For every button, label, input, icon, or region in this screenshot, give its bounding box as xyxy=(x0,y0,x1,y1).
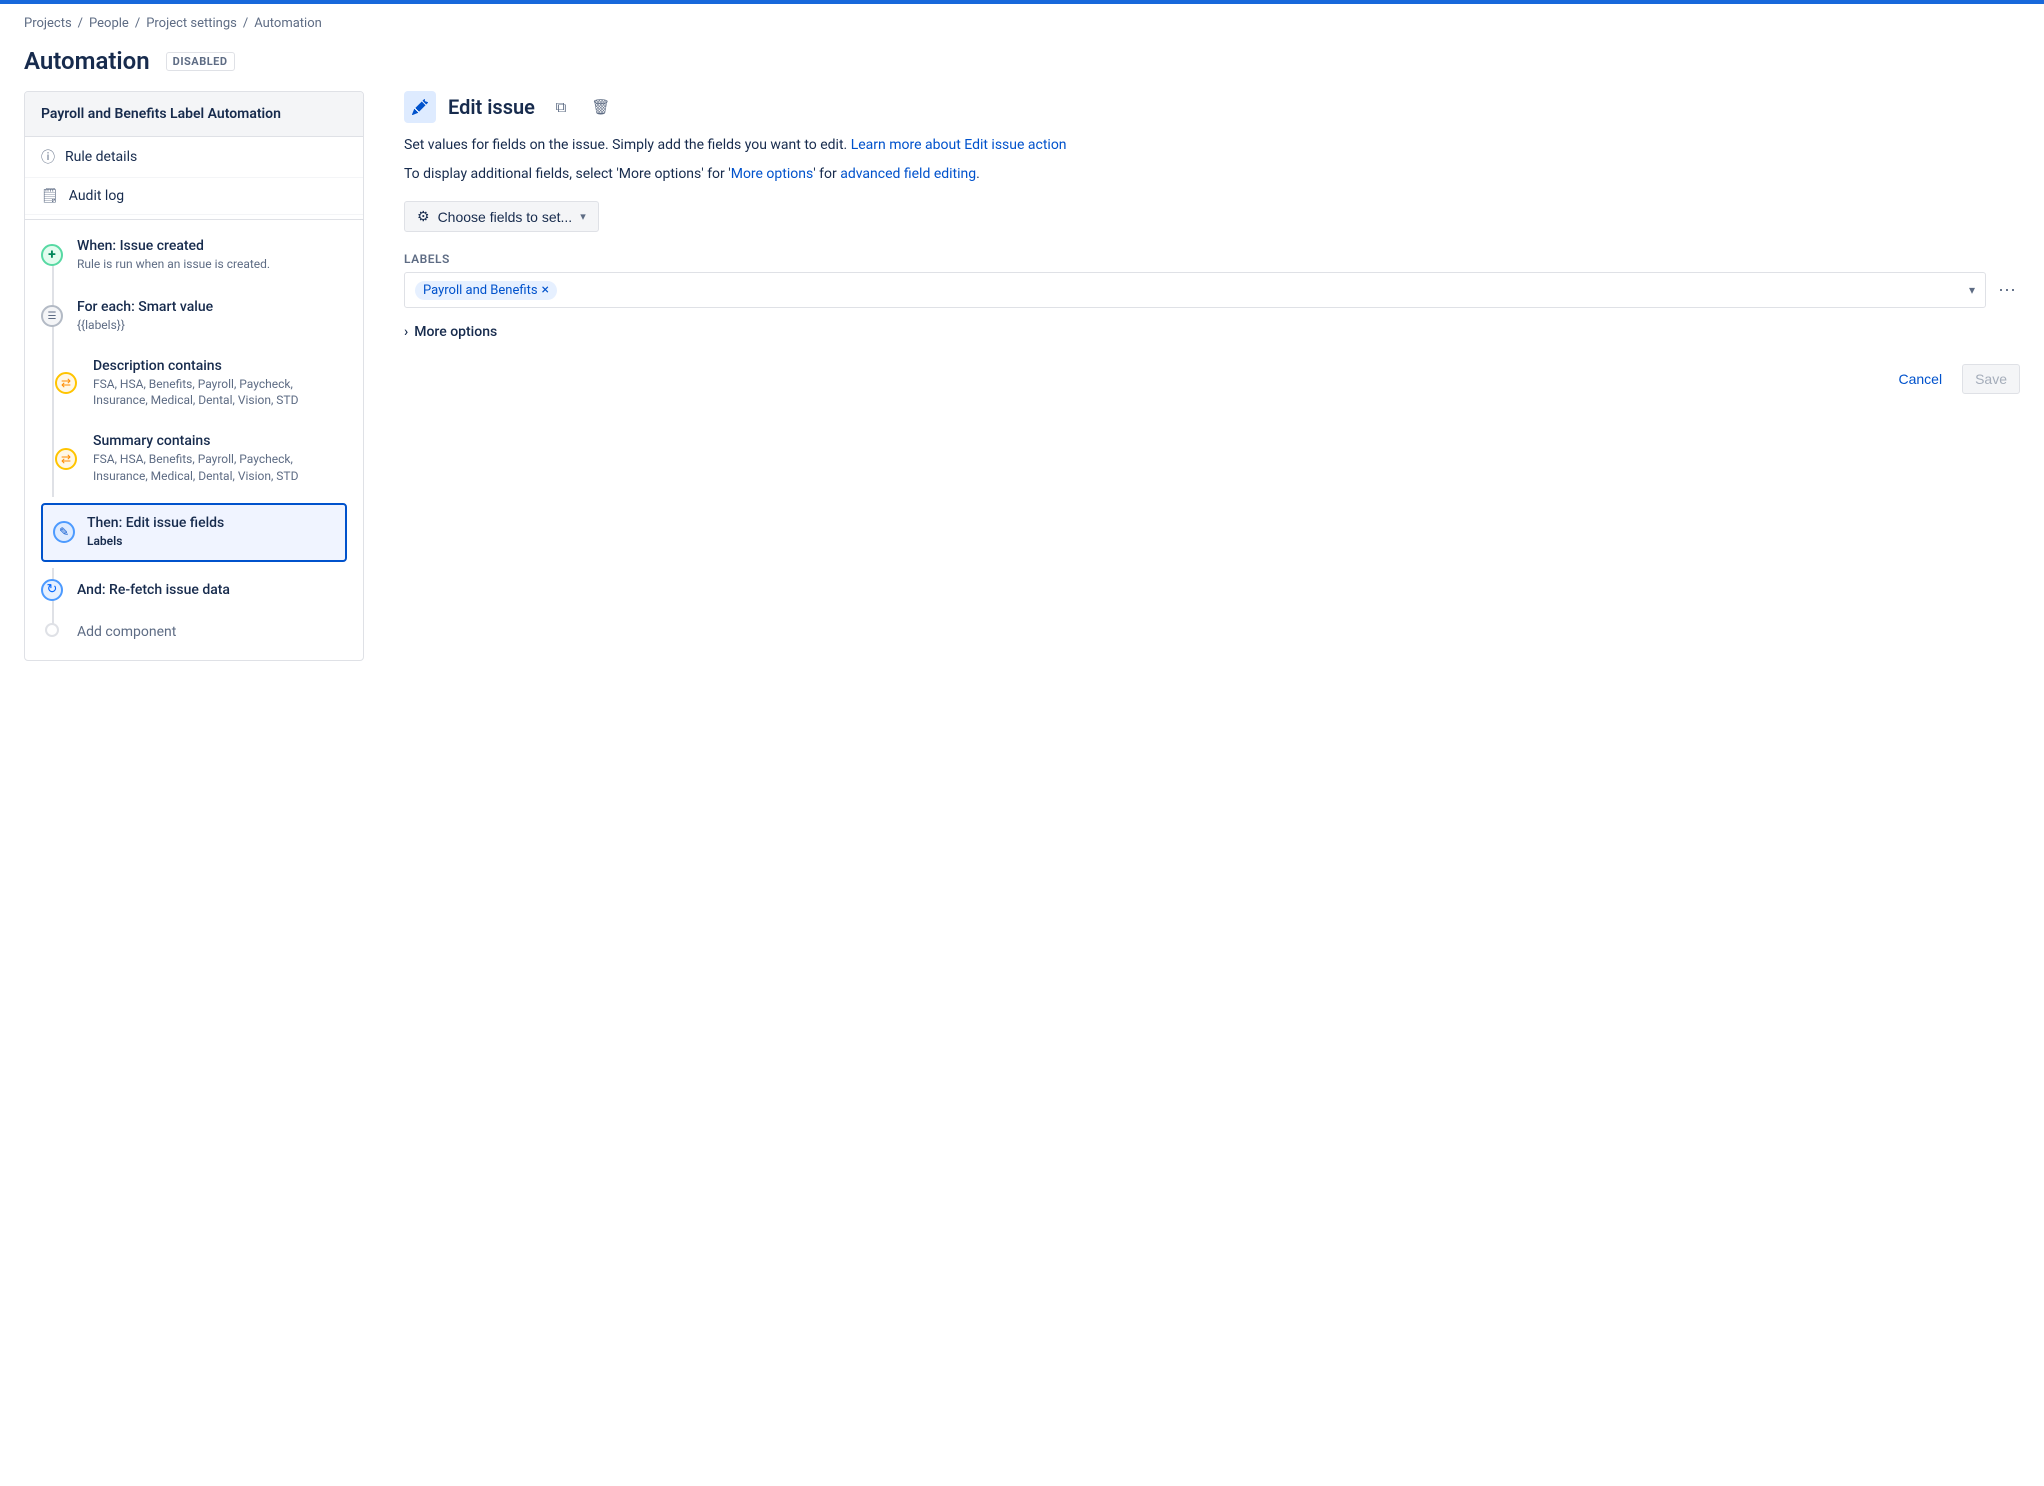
save-button: Save xyxy=(1962,364,2020,394)
audit-log-icon: 🗒 xyxy=(41,188,59,204)
when-icon: + xyxy=(41,244,63,266)
step-desc-subtitle: FSA, HSA, Benefits, Payroll, Paycheck, I… xyxy=(93,376,347,410)
add-component-icon xyxy=(45,623,59,637)
step-when-issue-created[interactable]: + When: Issue created Rule is run when a… xyxy=(25,224,363,287)
summary-icon: ⇄ xyxy=(55,448,77,470)
edit-issue-header: Edit issue ⧉ 🗑 xyxy=(404,91,2020,123)
step-for-each[interactable]: ☰ For each: Smart value {{labels}} xyxy=(25,287,363,346)
step-then-edit[interactable]: ✎ Then: Edit issue fields Labels xyxy=(41,503,347,562)
step-foreach-title: For each: Smart value xyxy=(77,299,347,315)
steps-wrapper: + When: Issue created Rule is run when a… xyxy=(25,224,363,660)
nav-divider xyxy=(25,219,363,220)
status-badge: DISABLED xyxy=(166,52,235,71)
breadcrumb-project-settings[interactable]: Project settings xyxy=(146,16,237,31)
labels-field-row: Payroll and Benefits × ⋯ xyxy=(404,272,2020,308)
choose-fields-label: Choose fields to set... xyxy=(438,209,573,225)
chevron-right-icon: › xyxy=(404,324,408,340)
gear-icon: ⚙ xyxy=(417,208,430,225)
edit-issue-title: Edit issue xyxy=(448,95,535,119)
choose-fields-button[interactable]: ⚙ Choose fields to set... ▾ xyxy=(404,201,599,232)
desc-icon: ⇄ xyxy=(55,372,77,394)
advanced-editing-link[interactable]: advanced field editing xyxy=(840,166,976,182)
chevron-down-icon: ▾ xyxy=(580,210,586,223)
description-text-1: Set values for fields on the issue. Simp… xyxy=(404,135,2020,156)
dropdown-chevron-icon xyxy=(1969,282,1975,298)
step-when-title: When: Issue created xyxy=(77,238,347,254)
learn-more-link[interactable]: Learn more about Edit issue action xyxy=(851,137,1067,153)
step-refetch-title: And: Re-fetch issue data xyxy=(77,582,347,598)
nav-rule-details-label: Rule details xyxy=(65,149,137,165)
breadcrumb: Projects / People / Project settings / A… xyxy=(0,4,2044,43)
main-content: Payroll and Benefits Label Automation ⓘ … xyxy=(0,91,2044,661)
for-each-icon: ☰ xyxy=(41,305,63,327)
refetch-icon: ↻ xyxy=(41,579,63,601)
breadcrumb-projects[interactable]: Projects xyxy=(24,16,72,31)
step-summary-contains[interactable]: ⇄ Summary contains FSA, HSA, Benefits, P… xyxy=(25,421,363,497)
automation-rule-title: Payroll and Benefits Label Automation xyxy=(25,92,363,137)
more-options-row[interactable]: › More options xyxy=(404,324,2020,340)
edit-issue-icon xyxy=(404,91,436,123)
step-add-component[interactable]: Add component xyxy=(25,612,363,652)
label-remove-btn[interactable]: × xyxy=(542,283,549,297)
breadcrumb-automation[interactable]: Automation xyxy=(254,16,322,31)
cancel-button[interactable]: Cancel xyxy=(1886,364,1954,394)
copy-button[interactable]: ⧉ xyxy=(547,93,575,121)
label-tag-payroll: Payroll and Benefits × xyxy=(415,281,557,300)
description-text-2: To display additional fields, select 'Mo… xyxy=(404,164,2020,185)
left-panel: Payroll and Benefits Label Automation ⓘ … xyxy=(24,91,364,661)
step-summary-title: Summary contains xyxy=(93,433,347,449)
labels-dropdown[interactable]: Payroll and Benefits × xyxy=(404,272,1986,308)
page-title: Automation xyxy=(24,47,150,75)
label-tags-container: Payroll and Benefits × xyxy=(415,281,557,300)
nav-audit-log[interactable]: 🗒 Audit log xyxy=(25,178,363,215)
label-tag-text: Payroll and Benefits xyxy=(423,283,538,298)
nav-audit-log-label: Audit log xyxy=(69,188,124,204)
labels-field: Labels Payroll and Benefits × ⋯ xyxy=(404,252,2020,308)
step-summary-subtitle: FSA, HSA, Benefits, Payroll, Paycheck, I… xyxy=(93,451,347,485)
step-then-title: Then: Edit issue fields xyxy=(87,515,329,531)
delete-button[interactable]: 🗑 xyxy=(587,93,615,121)
right-panel: Edit issue ⧉ 🗑 Set values for fields on … xyxy=(364,91,2020,661)
rule-details-icon: ⓘ xyxy=(41,147,55,167)
three-dots-menu-button[interactable]: ⋯ xyxy=(1994,276,2020,305)
step-then-subtitle: Labels xyxy=(87,533,329,550)
action-buttons: Cancel Save xyxy=(404,364,2020,394)
more-options-label: More options xyxy=(414,324,497,340)
connector-line xyxy=(52,346,54,422)
more-options-link[interactable]: More options xyxy=(731,166,814,182)
step-foreach-subtitle: {{labels}} xyxy=(77,317,347,334)
step-when-subtitle: Rule is run when an issue is created. xyxy=(77,256,347,273)
breadcrumb-people[interactable]: People xyxy=(89,16,129,31)
step-desc-contains[interactable]: ⇄ Description contains FSA, HSA, Benefit… xyxy=(25,346,363,422)
then-edit-icon: ✎ xyxy=(53,521,75,543)
nav-rule-details[interactable]: ⓘ Rule details xyxy=(25,137,363,178)
step-refetch[interactable]: ↻ And: Re-fetch issue data xyxy=(25,568,363,612)
page-header: Automation DISABLED xyxy=(0,43,2044,91)
step-desc-title: Description contains xyxy=(93,358,347,374)
connector-line xyxy=(52,421,54,497)
labels-label: Labels xyxy=(404,252,2020,266)
step-add-component-title: Add component xyxy=(77,624,347,640)
